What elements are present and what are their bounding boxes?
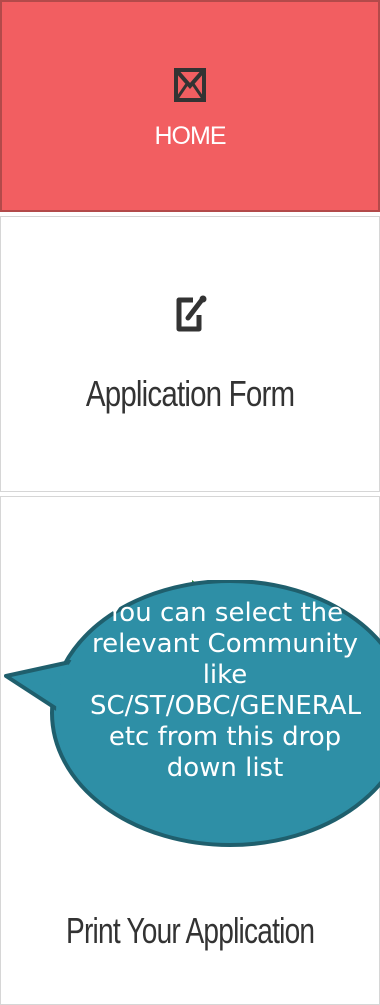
envelope-icon <box>174 67 206 102</box>
nav-label-home: HOME <box>154 121 227 150</box>
print-application-link[interactable]: Print Your Application <box>0 910 380 952</box>
nav-item-application-form[interactable]: Application Form <box>0 216 380 492</box>
callout-text: You can select the relevant Community li… <box>90 598 362 783</box>
edit-icon <box>176 295 207 332</box>
nav-item-home[interactable]: HOME <box>0 0 380 212</box>
nav-label-print-application: Print Your Application <box>65 910 315 951</box>
nav-label-application-form: Application Form <box>85 373 295 414</box>
